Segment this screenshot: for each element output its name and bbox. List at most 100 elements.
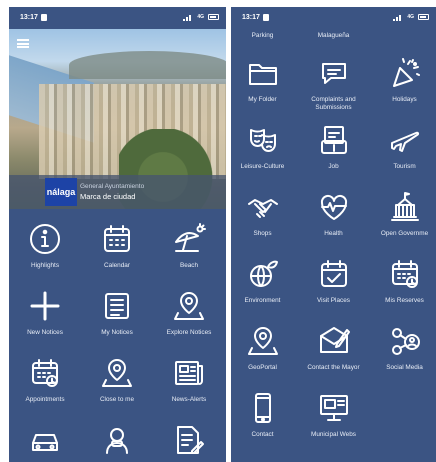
signal-icon bbox=[393, 14, 402, 21]
tile-label: Appointments bbox=[25, 396, 65, 403]
tile-environment[interactable]: Environment bbox=[231, 250, 298, 317]
tile-label: News-Alerts bbox=[171, 396, 207, 403]
tile-label: Open Governme bbox=[380, 230, 429, 237]
tile-label: My Notices bbox=[101, 329, 133, 336]
network-label: 4G bbox=[407, 14, 414, 20]
tile-close-to-me[interactable]: Close to me bbox=[81, 349, 153, 416]
map-pin-icon bbox=[245, 323, 281, 359]
chat-bubble-icon bbox=[316, 55, 352, 91]
tile-tourism[interactable]: Tourism bbox=[369, 116, 436, 183]
party-icon bbox=[387, 55, 423, 91]
service-grid-left: Highlights Calendar Beach New Notices My Not… bbox=[9, 215, 226, 462]
tile-label: Calendar bbox=[104, 262, 130, 269]
tile-label: Leisure-Culture bbox=[240, 163, 285, 170]
tile-beach[interactable]: Beach bbox=[153, 215, 225, 282]
tile-partial-empty bbox=[369, 31, 436, 49]
envelope-pen-icon bbox=[316, 323, 352, 359]
tile-job[interactable]: Job bbox=[298, 116, 369, 183]
tile-geoportal[interactable]: GeoPortal bbox=[231, 317, 298, 384]
tile-visit-places[interactable]: Visit Places bbox=[298, 250, 369, 317]
sim-icon bbox=[262, 13, 269, 21]
handshake-icon bbox=[245, 189, 281, 225]
malaga-logo: nálaga bbox=[45, 178, 77, 206]
car-icon bbox=[27, 422, 63, 458]
tile-complaints-and-submissions[interactable]: Complaints and Submissions bbox=[298, 49, 369, 116]
tile-empty bbox=[369, 384, 436, 451]
status-bar: 13:17 4G bbox=[9, 7, 226, 27]
tile-social-media[interactable]: Social Media bbox=[369, 317, 436, 384]
tile-contact-the-mayor[interactable]: Contact the Mayor bbox=[298, 317, 369, 384]
tile-label: Environment bbox=[244, 297, 281, 304]
tile-holidays[interactable]: Holidays bbox=[369, 49, 436, 116]
newspaper-icon bbox=[171, 355, 207, 391]
tile-car-icon[interactable] bbox=[9, 416, 81, 462]
menu-icon[interactable] bbox=[17, 39, 29, 48]
tile-document-edit-icon[interactable] bbox=[153, 416, 225, 462]
beach-umbrella-icon bbox=[171, 221, 207, 257]
tile-label: Close to me bbox=[99, 396, 135, 403]
tile-leisure-culture[interactable]: Leisure-Culture bbox=[231, 116, 298, 183]
theater-masks-icon bbox=[245, 122, 281, 158]
share-person-icon bbox=[387, 323, 423, 359]
tile-label: Visit Places bbox=[317, 297, 350, 304]
tile-label: Explore Notices bbox=[166, 329, 212, 336]
calendar-clock-icon bbox=[387, 256, 423, 292]
tile-label: Holidays bbox=[392, 96, 417, 103]
tile-label: Municipal Webs bbox=[311, 431, 356, 438]
tile-partial-malague-a[interactable]: Malagueña bbox=[298, 31, 369, 49]
calendar-check-icon bbox=[316, 256, 352, 292]
plus-icon bbox=[27, 288, 63, 324]
service-grid-right: Parking Malagueña My Folder Complaints and … bbox=[231, 31, 436, 451]
tile-label: Health bbox=[324, 230, 343, 237]
network-label: 4G bbox=[197, 14, 204, 20]
airplane-icon bbox=[387, 122, 423, 158]
heartbeat-icon bbox=[316, 189, 352, 225]
tile-label: Social Media bbox=[386, 364, 423, 371]
tile-appointments[interactable]: Appointments bbox=[9, 349, 81, 416]
tile-label: Parking bbox=[251, 32, 274, 39]
tile-label: My Folder bbox=[248, 96, 277, 103]
tile-label: Tourism bbox=[393, 163, 416, 170]
sim-icon bbox=[40, 13, 47, 21]
monitor-icon bbox=[316, 390, 352, 426]
tile-label: Highlights bbox=[30, 262, 60, 269]
signal-icon bbox=[183, 14, 192, 21]
map-pin-icon bbox=[171, 288, 207, 324]
tile-label: Malagueña bbox=[317, 32, 350, 39]
tile-label: New Notices bbox=[27, 329, 63, 336]
brand-subtitle: General Ayuntamiento bbox=[80, 183, 145, 190]
home-screen-right: 13:17 4G Parking Malagueña My Folder Compla… bbox=[231, 7, 436, 462]
government-building-icon bbox=[387, 189, 423, 225]
calendar-clock-icon bbox=[27, 355, 63, 391]
info-icon bbox=[27, 221, 63, 257]
tile-label: Shops bbox=[253, 230, 272, 237]
tile-shops[interactable]: Shops bbox=[231, 183, 298, 250]
tile-label: GeoPortal bbox=[248, 364, 277, 371]
tile-municipal-webs[interactable]: Municipal Webs bbox=[298, 384, 369, 451]
brand-bar: nálaga General Ayuntamiento Marca de ciu… bbox=[9, 175, 226, 209]
tile-news-alerts[interactable]: News-Alerts bbox=[153, 349, 225, 416]
tile-my-folder[interactable]: My Folder bbox=[231, 49, 298, 116]
tile-highlights[interactable]: Highlights bbox=[9, 215, 81, 282]
tile-partial-parking[interactable]: Parking bbox=[231, 31, 298, 49]
calendar-icon bbox=[99, 221, 135, 257]
status-bar: 13:17 4G bbox=[231, 7, 436, 27]
tile-calendar[interactable]: Calendar bbox=[81, 215, 153, 282]
mountains bbox=[69, 51, 226, 79]
tile-person-icon[interactable] bbox=[81, 416, 153, 462]
tile-health[interactable]: Health bbox=[298, 183, 369, 250]
job-icon bbox=[316, 122, 352, 158]
tile-label: Beach bbox=[179, 262, 199, 269]
folder-icon bbox=[245, 55, 281, 91]
tile-contact[interactable]: Contact bbox=[231, 384, 298, 451]
clock: 13:17 bbox=[20, 13, 38, 21]
tile-mis-reserves[interactable]: Mis Reserves bbox=[369, 250, 436, 317]
battery-icon bbox=[418, 14, 429, 20]
home-screen-left: 13:17 4G nálaga General Ayuntamiento Mar… bbox=[9, 7, 226, 462]
tile-label: Contact bbox=[251, 431, 274, 438]
tile-open-governme[interactable]: Open Governme bbox=[369, 183, 436, 250]
tile-explore-notices[interactable]: Explore Notices bbox=[153, 282, 225, 349]
tile-new-notices[interactable]: New Notices bbox=[9, 282, 81, 349]
clock: 13:17 bbox=[242, 13, 260, 21]
tile-my-notices[interactable]: My Notices bbox=[81, 282, 153, 349]
